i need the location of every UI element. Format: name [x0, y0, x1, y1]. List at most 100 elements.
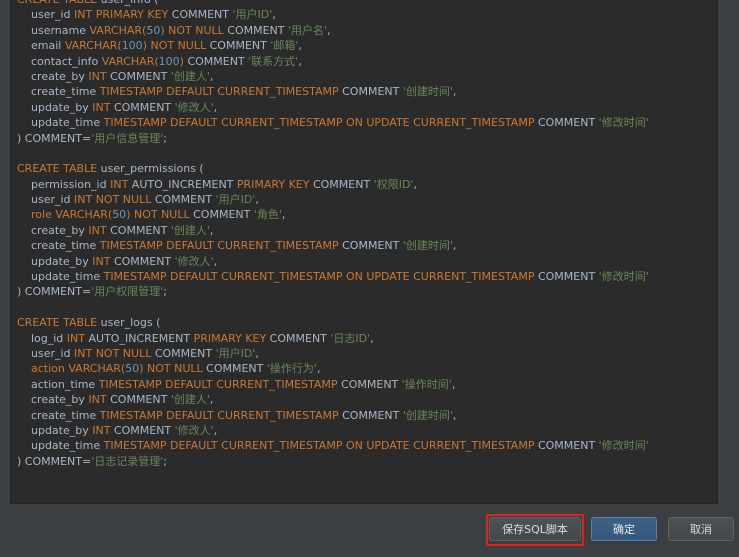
- code-token: ;: [163, 131, 168, 145]
- code-token: COMMENT: [113, 100, 175, 114]
- code-token: '创建时间': [402, 408, 453, 422]
- code-token: create_time: [17, 408, 100, 422]
- code-line: permission_id INT AUTO_INCREMENT PRIMARY…: [17, 177, 649, 192]
- code-token: '创建时间': [402, 239, 453, 253]
- code-token: COMMENT: [110, 393, 171, 407]
- code-token: COMMENT: [312, 177, 374, 191]
- code-token: '操作行为': [266, 362, 317, 376]
- code-line: user_id INT NOT NULL COMMENT '用户ID',: [17, 346, 649, 361]
- code-token: user_id: [17, 193, 75, 207]
- code-token: TIMESTAMP DEFAULT CURRENT_TIMESTAMP: [98, 377, 342, 391]
- dialog-footer: 保存SQL脚本 确定 取消: [0, 504, 739, 557]
- code-token: TIMESTAMP DEFAULT CURRENT_TIMESTAMP ON U…: [103, 270, 538, 284]
- cancel-button[interactable]: 取消: [668, 517, 734, 541]
- code-token: create_time: [17, 239, 100, 253]
- code-token: contact_info: [17, 54, 102, 68]
- code-token: create_by: [17, 393, 89, 407]
- code-line: CREATE TABLE user_logs (: [17, 315, 649, 330]
- code-token: update_by: [17, 423, 93, 437]
- code-token: PRIMARY KEY: [193, 331, 270, 345]
- code-line: log_id INT AUTO_INCREMENT PRIMARY KEY CO…: [17, 331, 649, 346]
- code-token: COMMENT: [154, 193, 216, 207]
- code-token: '用户信息管理': [91, 131, 164, 145]
- code-token: username: [17, 23, 90, 37]
- code-token: COMMENT: [342, 239, 403, 253]
- code-token: update_time: [17, 270, 104, 284]
- code-token: '权限ID': [373, 177, 414, 191]
- code-token: ) NOT NULL: [142, 39, 210, 53]
- code-line: create_time TIMESTAMP DEFAULT CURRENT_TI…: [17, 238, 649, 253]
- code-token: TIMESTAMP DEFAULT CURRENT_TIMESTAMP ON U…: [103, 439, 538, 453]
- code-token: user_id: [17, 346, 75, 360]
- code-token: COMMENT: [154, 346, 216, 360]
- code-token: TIMESTAMP DEFAULT CURRENT_TIMESTAMP: [99, 239, 343, 253]
- code-token: '操作时间': [401, 377, 452, 391]
- code-line: action VARCHAR(50) NOT NULL COMMENT '操作行…: [17, 361, 649, 376]
- code-token: '日志ID': [330, 331, 371, 345]
- code-token: '用户ID': [215, 193, 256, 207]
- code-token: user_info (: [101, 0, 159, 6]
- code-token: role VARCHAR(: [31, 208, 113, 222]
- code-token: COMMENT: [193, 208, 254, 222]
- code-token: ,: [209, 223, 214, 237]
- code-line: create_by INT COMMENT '创建人',: [17, 223, 649, 238]
- code-token: COMMENT: [209, 39, 271, 53]
- code-token: permission_id: [17, 177, 111, 191]
- code-token: PRIMARY KEY: [236, 177, 313, 191]
- code-line: user_id INT NOT NULL COMMENT '用户ID',: [17, 192, 649, 207]
- code-token: create_by: [17, 223, 89, 237]
- code-token: ,: [255, 346, 259, 360]
- code-token: ) NOT NULL: [139, 362, 207, 376]
- code-token: INT NOT NULL: [74, 346, 155, 360]
- code-token: '邮箱': [270, 39, 299, 53]
- code-token: '日志记录管理': [91, 454, 164, 468]
- code-token: COMMENT: [110, 69, 171, 83]
- code-token: ,: [213, 423, 218, 437]
- code-token: ) NOT NULL: [160, 23, 228, 37]
- code-token: VARCHAR(: [64, 39, 122, 53]
- code-token: '联系方式': [248, 54, 299, 68]
- code-token: ,: [327, 23, 331, 37]
- code-token: action_time: [17, 377, 99, 391]
- code-token: ,: [213, 100, 218, 114]
- code-token: INT: [92, 254, 114, 268]
- code-token: VARCHAR(: [101, 54, 159, 68]
- sql-editor[interactable]: CREATE TABLE user_info ( user_id INT PRI…: [10, 0, 718, 504]
- code-token: TIMESTAMP DEFAULT CURRENT_TIMESTAMP: [99, 408, 343, 422]
- code-line: update_time TIMESTAMP DEFAULT CURRENT_TI…: [17, 115, 649, 130]
- code-token: COMMENT: [113, 254, 175, 268]
- code-token: update_time: [17, 439, 104, 453]
- code-token: COMMENT: [227, 23, 288, 37]
- code-token: create_time: [17, 85, 100, 99]
- code-token: ;: [163, 454, 168, 468]
- code-token: '修改人': [174, 100, 214, 114]
- code-token: '创建人': [170, 393, 210, 407]
- editor-scrollbar[interactable]: [722, 0, 736, 504]
- code-line: email VARCHAR(100) NOT NULL COMMENT '邮箱'…: [17, 38, 649, 53]
- code-token: user_id: [17, 8, 75, 22]
- code-token: ) NOT NULL: [126, 208, 194, 222]
- code-token: ,: [452, 408, 457, 422]
- ok-button[interactable]: 确定: [591, 517, 657, 541]
- code-token: COMMENT: [537, 439, 599, 453]
- code-line: update_time TIMESTAMP DEFAULT CURRENT_TI…: [17, 438, 649, 453]
- code-token: 50: [112, 208, 127, 222]
- code-line: update_by INT COMMENT '修改人',: [17, 423, 649, 438]
- code-token: INT PRIMARY KEY: [74, 8, 172, 22]
- code-token: CREATE TABLE: [17, 162, 101, 176]
- code-line: ) COMMENT='用户信息管理';: [17, 131, 649, 146]
- code-token: ,: [209, 69, 214, 83]
- code-token: ,: [209, 393, 214, 407]
- code-token: user_logs (: [100, 316, 161, 330]
- code-line: update_time TIMESTAMP DEFAULT CURRENT_TI…: [17, 269, 649, 284]
- code-token: log_id: [17, 331, 67, 345]
- code-token: '修改时间': [598, 439, 649, 453]
- code-token: '角色': [253, 208, 282, 222]
- save-sql-script-button[interactable]: 保存SQL脚本: [489, 517, 581, 541]
- code-token: ,: [213, 254, 218, 268]
- code-token: '修改人': [174, 423, 214, 437]
- code-token: ,: [451, 377, 456, 391]
